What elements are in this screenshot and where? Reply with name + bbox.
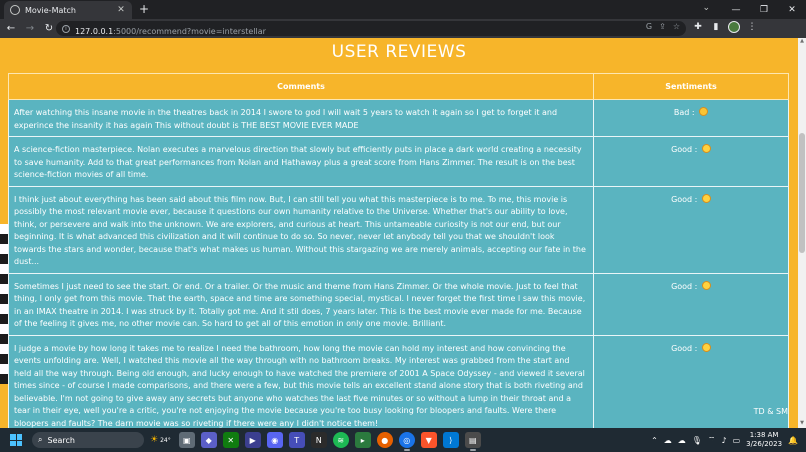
table-row: I judge a movie by how long it takes me … [8,334,789,428]
play-app-icon[interactable]: ▸ [354,432,371,448]
taskbar-search-box[interactable]: ⌕ Search [32,432,144,448]
weather-sun-icon: ☀ [150,435,159,445]
review-sentiment-cell: Good : [593,185,789,274]
url-host: 127.0.0.1 [75,27,114,36]
tab-search-icon[interactable]: ⌄ [702,3,710,13]
review-sentiment: Good : [671,343,698,353]
smile-emoji-icon [701,280,711,290]
taskbar-clock[interactable]: 1:38 AM 3/26/2023 [746,431,782,449]
back-arrow-icon[interactable]: ← [3,21,19,37]
extensions-puzzle-icon[interactable]: ✚ [692,22,704,32]
table-row: I think just about everything has been s… [8,185,789,274]
review-sentiment-cell: Good : [593,272,789,336]
clock-time: 1:38 AM [749,431,779,439]
side-panel-icon[interactable]: ▮ [710,22,722,32]
spotify-icon[interactable]: ≋ [332,432,349,448]
chevron-up-icon[interactable]: ⌃ [651,436,658,445]
review-sentiment-cell: Good : [593,136,789,187]
column-header-sentiments: Sentiments [593,73,789,100]
onedrive-icon[interactable]: ☁ [678,436,686,445]
close-tab-icon[interactable]: ✕ [116,5,126,15]
review-sentiment-cell: Bad : [593,99,789,137]
xbox-icon[interactable]: ✕ [222,432,239,448]
info-icon[interactable]: i [62,24,70,33]
window-controls: — ❐ ✕ [722,0,806,19]
forward-arrow-icon[interactable]: → [22,21,38,37]
minimize-icon[interactable]: — [722,0,750,19]
scroll-down-icon[interactable]: ▼ [798,420,806,428]
review-comment: I think just about everything has been s… [8,185,594,274]
browser-tabstrip: Movie-Match ✕ + ⌄ — ❐ ✕ [0,0,806,19]
tab-title: Movie-Match [25,5,76,15]
wifi-icon[interactable]: ⌔ [708,435,716,445]
globe-icon [10,5,20,15]
review-comment: After watching this insane movie in the … [8,99,594,137]
taskbar-search-label: Search [47,435,75,445]
teams-icon[interactable]: T [288,432,305,448]
frown-emoji-icon [699,107,709,116]
close-window-icon[interactable]: ✕ [778,0,806,19]
notification-bell-icon[interactable]: 🔔 [788,436,798,445]
smile-emoji-icon [701,342,711,352]
media-app-icon[interactable]: ▶ [244,432,261,448]
cloud-icon[interactable]: ☁ [664,436,672,445]
smile-emoji-icon [701,144,711,153]
search-icon: ⌕ [38,435,43,444]
page-scrollbar[interactable]: ▲ ▼ [798,38,806,428]
browser-toolbar: ← → ↻ i 127.0.0.1:5000/recommend?movie=i… [0,19,806,38]
page-viewport: USER REVIEWS Comments Sentiments After w… [0,38,798,428]
windows-start-icon[interactable] [10,434,22,446]
vscode-icon[interactable]: ⟩ [442,432,459,448]
url-path: :5000/recommend?movie=interstellar [113,27,266,36]
notion-icon[interactable]: N [310,432,327,448]
discord-icon[interactable]: ◉ [266,432,283,448]
review-sentiment: Bad : [673,108,695,117]
bookmark-star-icon[interactable]: ☆ [673,22,680,31]
address-bar[interactable]: i 127.0.0.1:5000/recommend?movie=interst… [56,21,686,36]
battery-icon[interactable]: ▭ [733,436,741,445]
reviews-table: Comments Sentiments After watching this … [8,73,789,428]
table-row: After watching this insane movie in the … [8,99,789,137]
weather-temperature: 24° [160,436,171,444]
task-view-icon[interactable]: ▣ [178,432,195,448]
browser-tab[interactable]: Movie-Match ✕ [4,1,132,19]
scroll-up-icon[interactable]: ▲ [798,38,806,46]
scrollbar-thumb[interactable] [799,133,805,253]
table-row: A science-fiction masterpiece. Nolan exe… [8,136,789,187]
firefox-icon[interactable]: ● [376,432,393,448]
table-header-row: Comments Sentiments [8,73,789,100]
review-sentiment: Good : [671,281,698,291]
clock-date: 3/26/2023 [746,440,783,448]
teams-chat-icon[interactable]: ◆ [200,432,217,448]
background-artwork-stripes [0,224,8,384]
profile-avatar[interactable] [728,21,740,33]
reload-icon[interactable]: ↻ [41,21,57,37]
volume-icon[interactable]: ♪ [721,436,726,445]
review-comment: Sometimes I just need to see the start. … [8,272,594,336]
review-comment: I judge a movie by how long it takes me … [8,334,594,428]
system-tray: ⌃ ☁ ☁ 🎙 ⌔ ♪ ▭ 1:38 AM 3/26/2023 🔔 [651,428,806,452]
page-title: USER REVIEWS [331,42,467,62]
menu-kebab-icon[interactable]: ⋮ [746,22,758,32]
review-comment: A science-fiction masterpiece. Nolan exe… [8,136,594,187]
microphone-muted-icon[interactable]: 🎙 [692,436,702,445]
share-icon[interactable]: ⇪ [659,22,666,31]
credits-watermark: TD & SM [753,407,788,416]
weather-widget[interactable]: ☀ 24° [150,435,171,445]
restore-icon[interactable]: ❐ [750,0,778,19]
table-row: Sometimes I just need to see the start. … [8,272,789,336]
terminal-icon[interactable]: ▤ [464,432,481,451]
taskbar-apps: ▣ ◆ ✕ ▶ ◉ T N ≋ ▸ ● ◎ ▼ ⟩ ▤ [178,432,481,451]
smile-emoji-icon [701,193,711,203]
chrome-icon[interactable]: ◎ [398,432,415,451]
column-header-comments: Comments [8,73,594,100]
windows-taskbar: ⌕ Search ☀ 24° ▣ ◆ ✕ ▶ ◉ T N ≋ ▸ ● ◎ ▼ ⟩… [0,428,806,452]
review-sentiment: Good : [671,145,698,154]
new-tab-button[interactable]: + [137,2,151,16]
brave-icon[interactable]: ▼ [420,432,437,448]
review-sentiment: Good : [671,194,698,204]
google-lens-icon[interactable]: G [646,22,652,31]
